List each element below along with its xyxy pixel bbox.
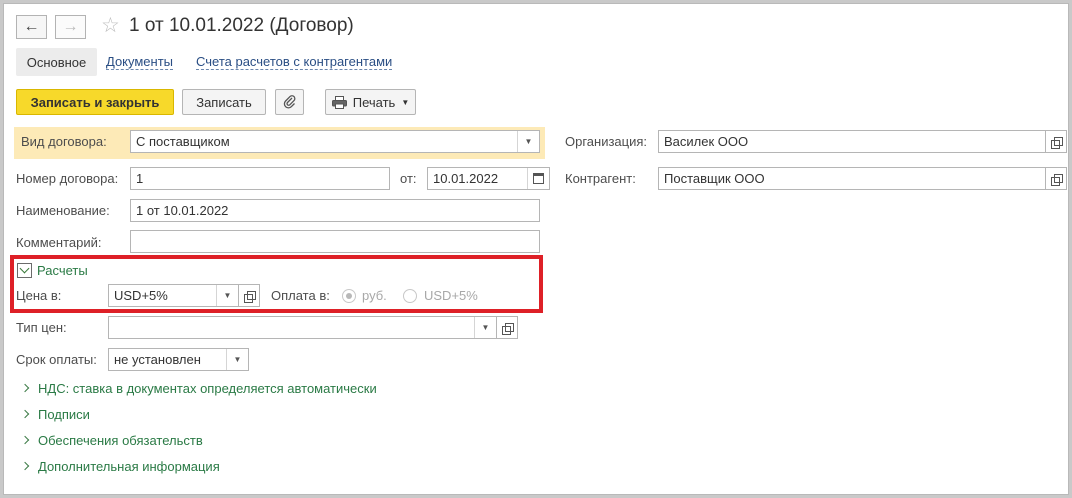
group-vat-label: НДС: ставка в документах определяется ав… xyxy=(38,380,377,396)
form-window: ← → ☆ 1 от 10.01.2022 (Договор) Основное… xyxy=(3,3,1069,495)
attach-button[interactable] xyxy=(275,89,304,115)
print-button[interactable]: Печать ▼ xyxy=(325,89,416,115)
name-input[interactable]: 1 от 10.01.2022 xyxy=(130,199,540,222)
open-icon xyxy=(502,322,514,335)
chevron-down-icon[interactable]: ▼ xyxy=(226,349,248,370)
group-obligations-label: Обеспечения обязательств xyxy=(38,432,203,448)
chevron-right-icon xyxy=(20,435,30,445)
payment-term-select[interactable]: не установлен ▼ xyxy=(108,348,249,371)
group-obligations[interactable]: Обеспечения обязательств xyxy=(20,431,203,449)
contract-type-value: С поставщиком xyxy=(136,134,230,149)
chevron-down-icon xyxy=(19,263,30,274)
tab-accounts[interactable]: Счета расчетов с контрагентами xyxy=(196,54,393,70)
chevron-right-icon xyxy=(20,461,30,471)
arrow-right-icon: → xyxy=(62,18,79,35)
organization-field[interactable]: Василек ООО xyxy=(658,130,1046,153)
chevron-down-icon[interactable]: ▼ xyxy=(474,317,496,338)
counterparty-field[interactable]: Поставщик ООО xyxy=(658,167,1046,190)
number-value: 1 xyxy=(136,171,144,186)
contract-type-label: Вид договора: xyxy=(21,134,107,149)
forward-button[interactable]: → xyxy=(55,15,86,39)
number-label: Номер договора: xyxy=(16,171,119,186)
comment-label: Комментарий: xyxy=(16,235,102,250)
organization-value: Василек ООО xyxy=(664,134,749,149)
settlements-toggle[interactable] xyxy=(17,263,32,278)
price-in-open-button[interactable] xyxy=(238,284,260,307)
price-type-open-button[interactable] xyxy=(496,316,518,339)
tab-documents[interactable]: Документы xyxy=(106,54,174,70)
organization-label: Организация: xyxy=(565,134,648,149)
chevron-down-icon[interactable]: ▼ xyxy=(517,131,539,152)
price-in-label: Цена в: xyxy=(16,288,62,303)
print-label: Печать xyxy=(352,94,396,110)
name-value: 1 от 10.01.2022 xyxy=(136,203,229,218)
price-in-select[interactable]: USD+5% ▼ xyxy=(108,284,239,307)
open-icon xyxy=(1051,173,1063,186)
payment-usd-radio[interactable] xyxy=(403,289,417,303)
page-title: 1 от 10.01.2022 (Договор) xyxy=(129,15,354,36)
chevron-down-icon: ▼ xyxy=(401,97,410,107)
date-input[interactable]: 10.01.2022 xyxy=(427,167,550,190)
payment-term-value: не установлен xyxy=(114,352,201,367)
contract-type-select[interactable]: С поставщиком ▼ xyxy=(130,130,540,153)
paperclip-icon xyxy=(283,95,295,109)
chevron-down-icon[interactable]: ▼ xyxy=(216,285,238,306)
date-label: от: xyxy=(400,171,417,186)
organization-open-button[interactable] xyxy=(1045,130,1067,153)
group-additional-info[interactable]: Дополнительная информация xyxy=(20,457,220,475)
payment-usd-label: USD+5% xyxy=(424,288,478,303)
payment-rub-radio[interactable] xyxy=(342,289,356,303)
price-in-value: USD+5% xyxy=(114,288,168,303)
calendar-button[interactable] xyxy=(527,168,549,189)
arrow-left-icon: ← xyxy=(23,18,40,35)
payment-in-label: Оплата в: xyxy=(271,288,330,303)
price-type-select[interactable]: ▼ xyxy=(108,316,497,339)
payment-rub-label: руб. xyxy=(362,288,387,303)
counterparty-label: Контрагент: xyxy=(565,171,636,186)
save-button[interactable]: Записать xyxy=(182,89,266,115)
printer-icon xyxy=(331,95,347,109)
calendar-icon xyxy=(533,173,544,184)
group-signatures[interactable]: Подписи xyxy=(20,405,90,423)
back-button[interactable]: ← xyxy=(16,15,47,39)
open-icon xyxy=(1051,136,1063,149)
comment-input[interactable] xyxy=(130,230,540,253)
group-signatures-label: Подписи xyxy=(38,406,90,422)
settlements-group-title[interactable]: Расчеты xyxy=(37,263,88,279)
chevron-right-icon xyxy=(20,383,30,393)
counterparty-value: Поставщик ООО xyxy=(664,171,765,186)
group-vat[interactable]: НДС: ставка в документах определяется ав… xyxy=(20,379,377,397)
payment-term-label: Срок оплаты: xyxy=(16,352,97,367)
number-input[interactable]: 1 xyxy=(130,167,390,190)
settlements-highlight xyxy=(10,255,543,313)
price-type-label: Тип цен: xyxy=(16,320,67,335)
name-label: Наименование: xyxy=(16,203,110,218)
chevron-right-icon xyxy=(20,409,30,419)
save-and-close-button[interactable]: Записать и закрыть xyxy=(16,89,174,115)
open-icon xyxy=(244,290,256,303)
counterparty-open-button[interactable] xyxy=(1045,167,1067,190)
group-additional-info-label: Дополнительная информация xyxy=(38,458,220,474)
star-icon[interactable]: ☆ xyxy=(101,15,120,37)
date-value: 10.01.2022 xyxy=(433,171,499,186)
tab-main[interactable]: Основное xyxy=(16,48,97,76)
